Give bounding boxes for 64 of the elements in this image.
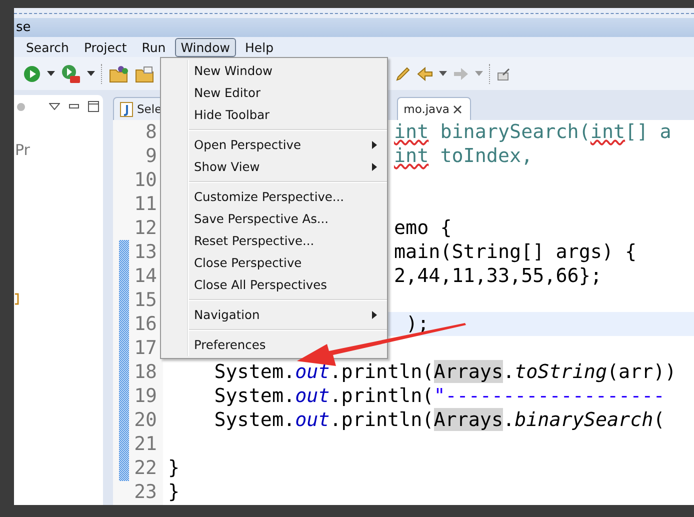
line-number: 10	[133, 169, 157, 191]
window-title: se	[15, 20, 31, 35]
run-icon[interactable]	[23, 64, 41, 82]
caret-icon[interactable]	[47, 71, 55, 76]
code-line: }	[168, 480, 180, 504]
line-number: 18	[133, 361, 157, 383]
code-line: );	[406, 312, 430, 336]
arrow-left-icon[interactable]	[417, 66, 433, 82]
close-icon[interactable]	[453, 104, 462, 114]
line-number: 8	[144, 121, 157, 143]
line-number: 14	[133, 265, 157, 287]
code-line: System.out.println("-------------------	[213, 384, 665, 408]
line-number: 22	[133, 457, 157, 479]
view-menu-icon[interactable]	[49, 103, 60, 110]
menu-entry[interactable]: Save Perspective As...	[161, 208, 387, 230]
submenu-arrow-icon	[372, 311, 377, 319]
code-line: }	[168, 456, 180, 480]
line-number: 21	[133, 433, 157, 455]
menu-item[interactable]: Search	[20, 38, 75, 56]
menu-item[interactable]: Project	[78, 38, 133, 56]
pin-icon[interactable]	[497, 66, 511, 80]
caret-icon[interactable]	[439, 71, 447, 76]
debug-icon[interactable]	[61, 64, 81, 84]
line-number: 13	[133, 241, 157, 263]
bracket-icon	[14, 293, 19, 305]
menu-entry[interactable]: Close All Perspectives	[161, 274, 387, 296]
code-line: main(String[] args) {	[394, 240, 637, 264]
menu-item[interactable]: Window	[174, 38, 236, 56]
line-number: 11	[133, 193, 157, 215]
menu-entry[interactable]: Open Perspective	[161, 134, 387, 156]
code-line: int toIndex,	[394, 144, 533, 168]
code-line: emo {	[394, 216, 452, 240]
line-number: 20	[133, 409, 157, 431]
menu-entry[interactable]: Navigation	[161, 304, 387, 326]
line-number: 9	[144, 145, 157, 167]
submenu-arrow-icon	[372, 163, 377, 171]
java-file-icon	[120, 102, 133, 116]
menu-entry[interactable]: Reset Perspective...	[161, 230, 387, 252]
submenu-arrow-icon	[372, 141, 377, 149]
code-line: System.out.println(Arrays.toString(arr))	[213, 360, 676, 384]
line-number: 15	[133, 289, 157, 311]
minimize-icon[interactable]	[69, 104, 79, 109]
line-number: 23	[133, 481, 157, 503]
line-number: 19	[133, 385, 157, 407]
folder-icon[interactable]	[135, 64, 155, 82]
panel-label: Pr	[15, 141, 30, 159]
code-line: int binarySearch(int[] a	[394, 120, 672, 144]
menu-entry[interactable]: Customize Perspective...	[161, 186, 387, 208]
folder-icon[interactable]	[109, 64, 129, 82]
menu-entry[interactable]: Show View	[161, 156, 387, 178]
maximize-icon[interactable]	[88, 101, 99, 112]
editor-tab[interactable]: mo.java	[396, 97, 472, 120]
line-number: 17	[133, 337, 157, 359]
code-line: System.out.println(Arrays.binarySearch(	[213, 408, 665, 432]
menu-item[interactable]: Run	[136, 38, 172, 56]
line-number: 16	[133, 313, 157, 335]
caret-icon[interactable]	[87, 71, 95, 76]
menu-entry[interactable]: Close Perspective	[161, 252, 387, 274]
menu-entry[interactable]: Preferences	[161, 334, 387, 356]
dot-icon	[16, 102, 26, 112]
line-number: 12	[133, 217, 157, 239]
pen-icon[interactable]	[395, 66, 411, 82]
menu-item[interactable]: Help	[239, 38, 280, 56]
code-line: 2,44,11,33,55,66};	[394, 264, 602, 288]
